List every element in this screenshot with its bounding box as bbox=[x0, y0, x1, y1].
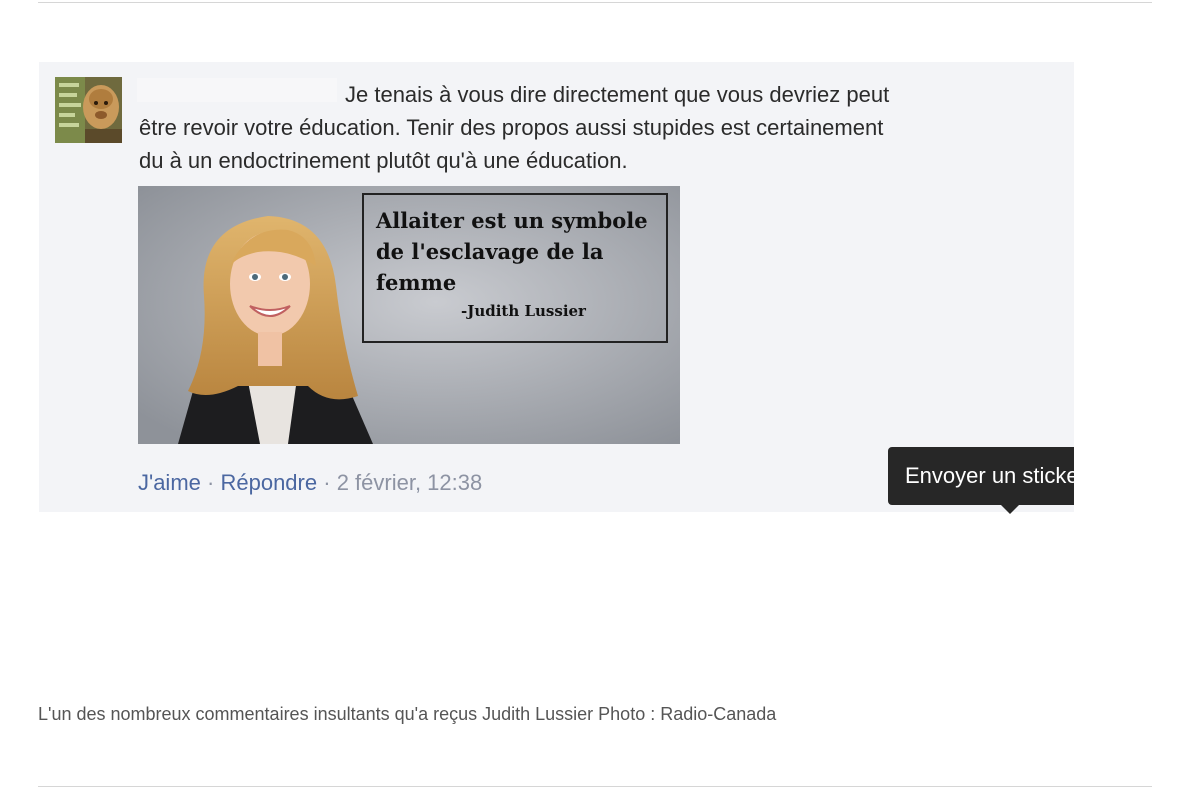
attached-image[interactable]: Allaiter est un symbole de l'esclavage de… bbox=[138, 186, 680, 444]
bottom-divider bbox=[38, 786, 1152, 787]
separator-2: · bbox=[323, 470, 331, 495]
tooltip-label: Envoyer un sticker bbox=[905, 463, 1086, 488]
reply-link[interactable]: Répondre bbox=[220, 470, 317, 495]
comment-timestamp[interactable]: 2 février, 12:38 bbox=[337, 470, 483, 495]
comment-line-3: du à un endoctrinement plutôt qu'à une é… bbox=[139, 148, 628, 173]
image-caption: L'un des nombreux commentaires insultant… bbox=[38, 704, 777, 724]
quote-author: -Judith Lussier bbox=[461, 302, 586, 320]
quote-box: Allaiter est un symbole de l'esclavage de… bbox=[362, 193, 668, 343]
quote-line-1: Allaiter est un symbole bbox=[376, 208, 648, 233]
redacted-commenter-name bbox=[137, 78, 337, 102]
comment-card: Je tenais à vous dire directement que vo… bbox=[39, 62, 1074, 512]
separator-1: · bbox=[207, 470, 215, 495]
top-divider bbox=[38, 2, 1152, 3]
like-link[interactable]: J'aime bbox=[138, 470, 201, 495]
tooltip-arrow-icon bbox=[1001, 505, 1019, 514]
send-sticker-tooltip: Envoyer un sticker bbox=[888, 447, 1088, 505]
comment-actions: J'aime · Répondre · 2 février, 12:38 bbox=[138, 468, 482, 498]
page-margin bbox=[1074, 440, 1178, 520]
comment-line-1: Je tenais à vous dire directement que vo… bbox=[345, 82, 890, 107]
quote-text: Allaiter est un symbole de l'esclavage de… bbox=[376, 205, 666, 298]
commenter-avatar[interactable] bbox=[55, 77, 122, 143]
comment-line-2: être revoir votre éducation. Tenir des p… bbox=[139, 115, 884, 140]
quote-line-3: femme bbox=[376, 270, 457, 295]
quote-line-2: de l'esclavage de la bbox=[376, 239, 604, 264]
